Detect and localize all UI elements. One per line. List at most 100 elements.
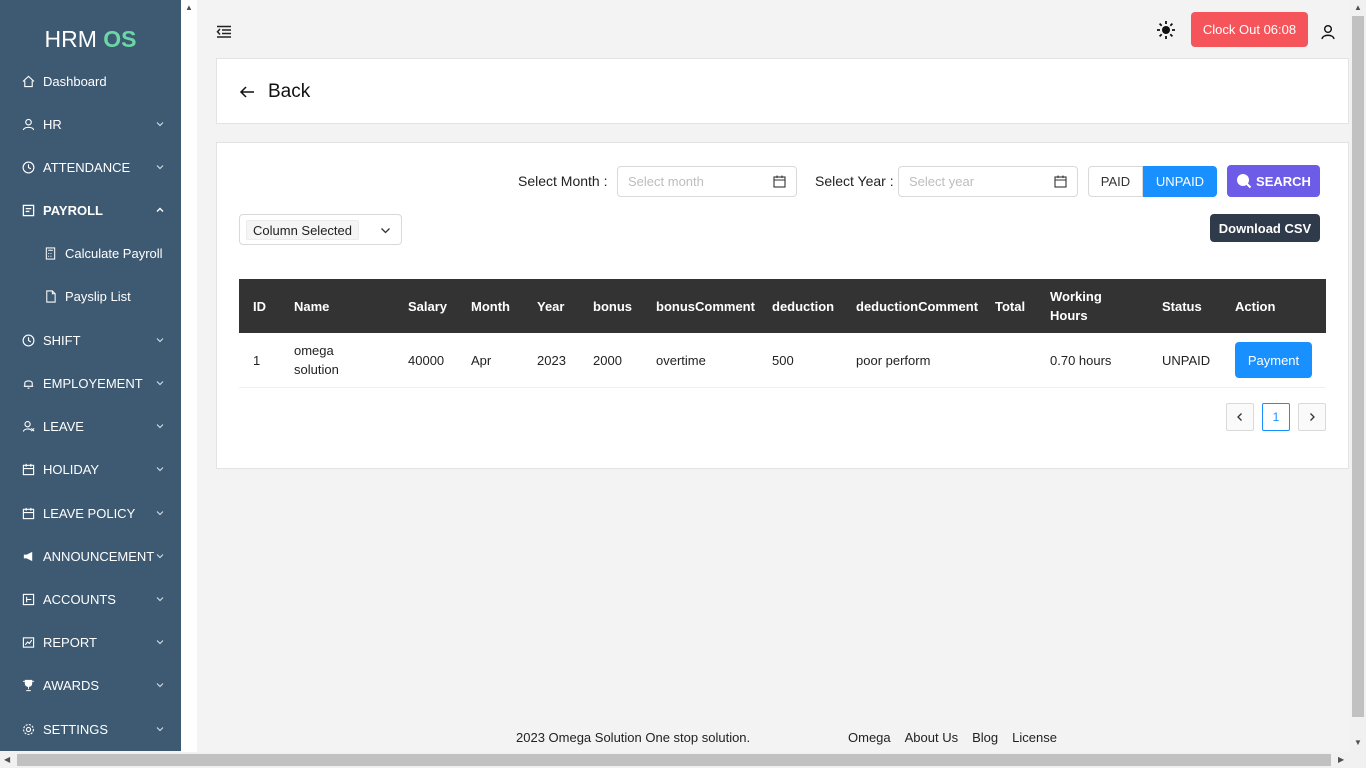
clock-out-button[interactable]: Clock Out 06:08	[1191, 12, 1308, 47]
chevron-down-icon	[381, 228, 390, 234]
cell-id: 1	[253, 352, 261, 368]
sidebar-item-label: HR	[43, 116, 62, 132]
sidebar-item-settings[interactable]: SETTINGS	[0, 714, 181, 744]
cell-salary: 40000	[408, 352, 445, 368]
pagination-next[interactable]	[1298, 403, 1326, 431]
footer-copyright: 2023 Omega Solution One stop solution.	[516, 730, 751, 745]
month-label: Select Month :	[518, 173, 608, 189]
sidebar-item-label: Payslip List	[65, 288, 131, 304]
user-leave-icon	[21, 419, 35, 433]
menu-fold-icon[interactable]	[216, 24, 232, 40]
brand-part2: OS	[103, 26, 137, 52]
brand-logo[interactable]: HRM OS	[0, 0, 181, 58]
clock-icon	[21, 160, 35, 174]
sidebar-item-leave[interactable]: LEAVE	[0, 411, 181, 441]
column-header: bonusComment	[656, 298, 755, 314]
sidebar-item-holiday[interactable]: HOLIDAY	[0, 454, 181, 484]
back-card: Back	[216, 58, 1349, 124]
column-select[interactable]: Column Selected	[239, 214, 402, 245]
back-button[interactable]: Back	[268, 81, 310, 103]
arrow-left-icon[interactable]	[239, 84, 255, 100]
chevron-down-icon	[156, 122, 164, 127]
pagination-page-current[interactable]: 1	[1262, 403, 1290, 431]
download-csv-button[interactable]: Download CSV	[1210, 214, 1320, 242]
table-header: ID Name Salary Month Year bonus bonusCom…	[239, 279, 1326, 333]
search-button-label: SEARCH	[1256, 173, 1311, 189]
footer-link-omega[interactable]: Omega	[848, 730, 891, 745]
chevron-down-icon	[156, 597, 164, 602]
payment-button[interactable]: Payment	[1235, 342, 1312, 378]
sidebar-item-payslip-list[interactable]: Payslip List	[0, 281, 181, 311]
search-icon	[1237, 174, 1252, 189]
sun-icon[interactable]	[1156, 20, 1176, 40]
footer-link-license[interactable]: License	[1012, 730, 1057, 745]
horizontal-scrollbar[interactable]: ◀ ▶	[0, 752, 1366, 768]
year-picker[interactable]	[898, 166, 1078, 197]
cell-working-hours: 0.70 hours	[1050, 352, 1112, 368]
column-header: Action	[1235, 298, 1276, 314]
sidebar-item-label: ACCOUNTS	[43, 591, 116, 607]
sidebar-item-label: SETTINGS	[43, 721, 109, 737]
vertical-scrollbar[interactable]: ▲ ▼	[1350, 0, 1366, 752]
payslip-table: ID Name Salary Month Year bonus bonusCom…	[239, 279, 1326, 388]
scroll-down-arrow-icon[interactable]: ▼	[1354, 738, 1362, 747]
pagination-prev[interactable]	[1226, 403, 1254, 431]
sidebar-item-shift[interactable]: SHIFT	[0, 325, 181, 355]
horizontal-scroll-thumb[interactable]	[17, 754, 1331, 766]
cell-action: Payment	[1235, 333, 1312, 387]
sidebar-item-label: ATTENDANCE	[43, 159, 131, 175]
sidebar-item-hr[interactable]: HR	[0, 109, 181, 139]
search-button[interactable]: SEARCH	[1227, 165, 1320, 197]
fund-icon	[21, 635, 35, 649]
sidebar-item-attendance[interactable]: ATTENDANCE	[0, 152, 181, 182]
month-picker[interactable]	[617, 166, 797, 197]
user-icon[interactable]	[1320, 24, 1336, 40]
sidebar-item-employement[interactable]: EMPLOYEMENT	[0, 368, 181, 398]
bell-icon	[21, 376, 35, 390]
scroll-up-arrow-icon[interactable]: ▲	[1354, 3, 1362, 12]
footer-link-about-us[interactable]: About Us	[905, 730, 958, 745]
cell-bonus-comment: overtime	[656, 352, 706, 368]
sidebar-item-label: Calculate Payroll	[65, 245, 163, 261]
sidebar-item-label: Dashboard	[43, 73, 107, 89]
chevron-down-icon	[156, 511, 164, 516]
sidebar-item-leave-policy[interactable]: LEAVE POLICY	[0, 498, 181, 528]
year-input[interactable]	[909, 174, 1039, 189]
sidebar-item-label: SHIFT	[43, 332, 81, 348]
column-header: bonus	[593, 298, 632, 314]
clock-icon	[21, 333, 35, 347]
sidebar-item-label: LEAVE	[43, 418, 84, 434]
content-gutter: ▲	[181, 0, 197, 752]
sidebar-item-dashboard[interactable]: Dashboard	[0, 66, 181, 96]
column-header: Salary	[408, 298, 448, 314]
scroll-up-arrow-icon[interactable]: ▲	[185, 3, 193, 12]
megaphone-icon	[21, 549, 35, 563]
scroll-left-arrow-icon[interactable]: ◀	[4, 755, 10, 764]
cell-month: Apr	[471, 352, 492, 368]
sidebar-item-label: AWARDS	[43, 677, 100, 693]
sidebar-item-payroll[interactable]: PAYROLL	[0, 195, 181, 225]
footer-link-blog[interactable]: Blog	[972, 730, 998, 745]
vertical-scroll-thumb[interactable]	[1352, 16, 1364, 717]
sidebar-item-label: HOLIDAY	[43, 461, 100, 477]
paid-toggle[interactable]: PAID	[1088, 166, 1143, 197]
sidebar-item-announcement[interactable]: ANNOUNCEMENT	[0, 541, 181, 571]
calendar-icon	[1054, 175, 1067, 188]
chevron-down-icon	[156, 165, 164, 170]
sidebar-item-calculate-payroll[interactable]: Calculate Payroll	[0, 238, 181, 268]
sidebar-item-report[interactable]: REPORT	[0, 627, 181, 657]
unpaid-toggle[interactable]: UNPAID	[1143, 166, 1217, 197]
table-row: 1 omega solution 40000 Apr 2023 2000 ove…	[239, 333, 1326, 388]
gear-icon	[21, 722, 35, 736]
cell-deduction: 500	[772, 352, 794, 368]
calendar-icon	[773, 175, 786, 188]
sidebar-item-accounts[interactable]: ACCOUNTS	[0, 584, 181, 614]
calendar-icon	[21, 462, 35, 476]
cell-status: UNPAID	[1162, 352, 1211, 368]
calculator-icon	[43, 246, 57, 260]
column-header: deduction	[772, 298, 835, 314]
sidebar-item-awards[interactable]: AWARDS	[0, 670, 181, 700]
scroll-right-arrow-icon[interactable]: ▶	[1338, 755, 1344, 764]
month-input[interactable]	[628, 174, 758, 189]
file-icon	[21, 203, 35, 217]
